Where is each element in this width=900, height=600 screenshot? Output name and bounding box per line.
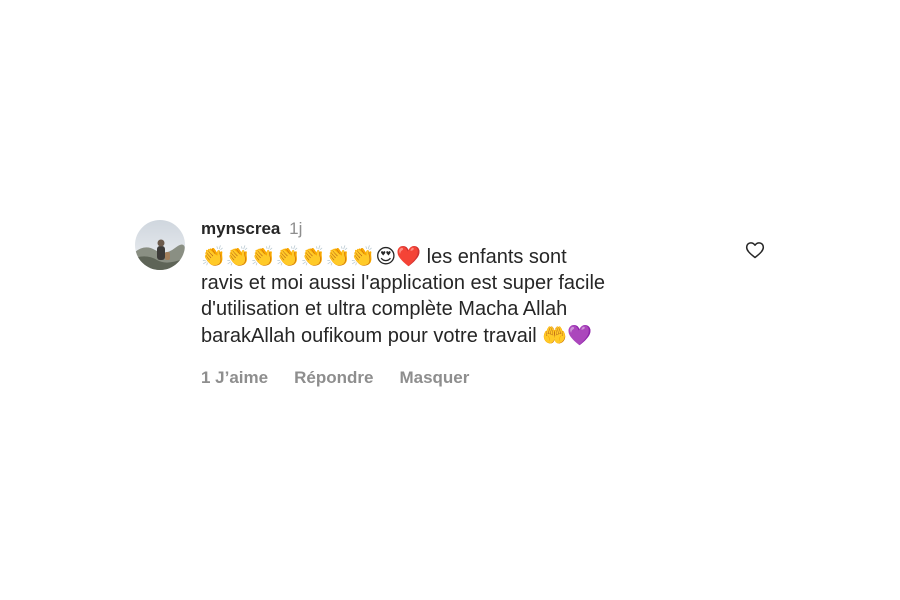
comment-text: 👏👏👏👏👏👏👏😍❤️ les enfants sont ravis et moi… [201,243,701,349]
avatar[interactable] [135,220,185,270]
comment-text-line: barakAllah oufikoum pour votre travail [201,325,537,347]
comment-emoji-suffix: 🤲💜 [542,323,593,347]
likes-count-button[interactable]: 1 J’aime [201,368,268,388]
comment-body: mynscrea 1j 👏👏👏👏👏👏👏😍❤️ les enfants sont … [201,218,701,388]
comment-actions: 1 J’aime Répondre Masquer [201,368,701,388]
comment-emoji-prefix: 👏👏👏👏👏👏👏😍❤️ [201,244,422,268]
heart-outline-icon [745,242,765,259]
avatar-photo-icon [135,220,185,270]
reply-button[interactable]: Répondre [294,368,373,388]
comment-header: mynscrea 1j [201,218,701,240]
comment-timestamp: 1j [289,219,303,238]
hide-button[interactable]: Masquer [399,368,469,388]
comment-text-line: ravis et moi aussi l'application est sup… [201,272,606,294]
like-heart-button[interactable] [745,240,765,260]
comment-text-line: d'utilisation et ultra complète Macha Al… [201,298,568,320]
comment-text-line: les enfants sont [426,246,567,268]
username-link[interactable]: mynscrea [201,219,280,238]
